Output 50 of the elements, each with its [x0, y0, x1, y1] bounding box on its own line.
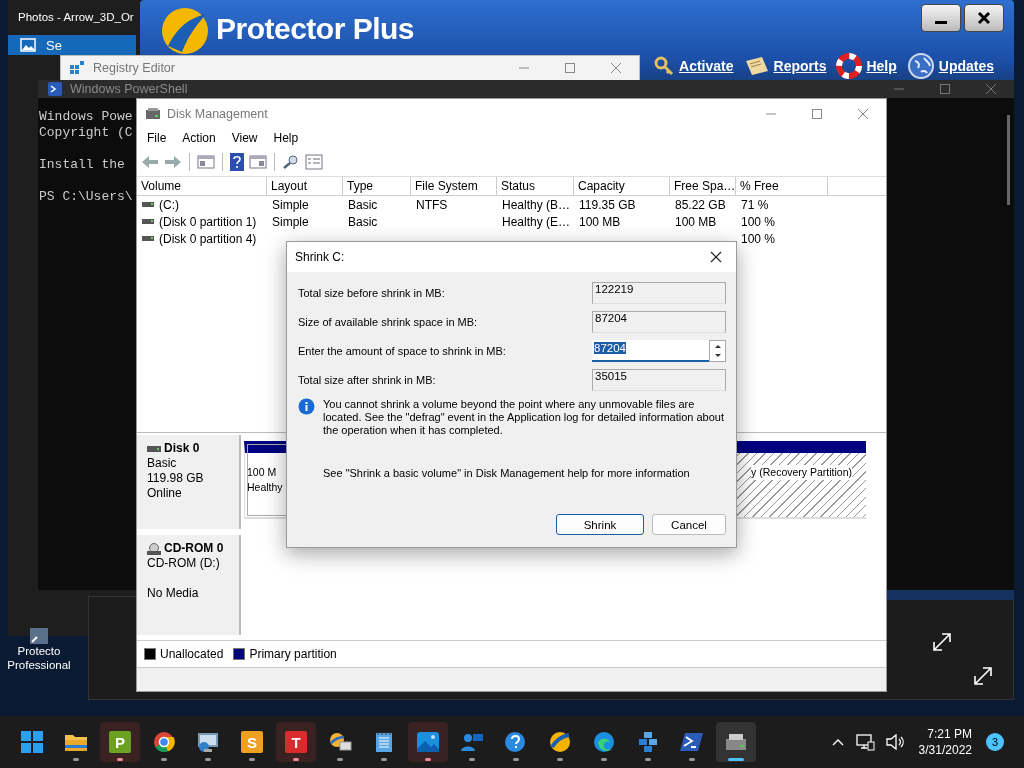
readonly-field: 35015 — [592, 369, 726, 391]
table-cell: (C:) — [159, 197, 179, 212]
table-cell: Simple — [272, 197, 309, 212]
table-cell: 85.22 GB — [675, 197, 726, 212]
field-label: Total size after shrink in MB: — [298, 374, 436, 386]
partition-label: y (Recovery Partition) — [751, 465, 852, 480]
disk-size: 119.98 GB — [147, 471, 205, 486]
app-letter-icon: S — [241, 731, 263, 753]
readonly-field: 87204 — [592, 311, 726, 333]
readonly-field: 122219 — [592, 282, 726, 304]
legend-label: Primary partition — [249, 647, 337, 661]
table-cell: 100 % — [741, 231, 776, 246]
table-cell: Basic — [348, 214, 378, 229]
console-line: PS C:\Users\ — [39, 189, 133, 205]
field-label: Enter the amount of space to shrink in MB: — [298, 345, 506, 357]
table-cell: 119.35 GB — [579, 197, 636, 212]
console-line: Install the — [39, 157, 125, 173]
console-line: Windows Powe — [39, 109, 133, 125]
field-label: Size of available shrink space in MB: — [298, 316, 478, 328]
help-message: See "Shrink a basic volume" in Disk Management help for more information — [323, 467, 691, 479]
table-cell: Healthy (E… — [502, 214, 571, 229]
disk-status: Online — [147, 486, 183, 501]
table-cell: 100 MB — [675, 214, 717, 229]
table-cell: 100 MB — [579, 214, 621, 229]
table-cell: Healthy (B… — [502, 197, 571, 212]
disk-name: CD-ROM 0 — [164, 541, 224, 556]
table-cell: Basic — [348, 197, 378, 212]
app-letter-icon: T — [285, 731, 307, 753]
legend-label: Unallocated — [160, 647, 224, 661]
drive-label: CD-ROM (D:) — [147, 556, 221, 571]
partition-label: Healthy — [247, 480, 283, 495]
table-cell: 100 % — [741, 214, 776, 229]
console-line: Copyright (C — [39, 125, 133, 141]
info-message: You cannot shrink a volume beyond the point where any unmovable files are located. See the "defrag" event in the Application log for detailed information about the operation when it has completed. — [323, 398, 725, 437]
dialog-title: Shrink C: — [295, 250, 345, 264]
window-title: Disk Management — [167, 106, 268, 121]
window-title: Windows PowerShell — [70, 82, 188, 96]
disk-type: Basic — [147, 456, 178, 471]
table-cell: (Disk 0 partition 4) — [159, 231, 257, 246]
media-status: No Media — [147, 586, 200, 601]
app-title: Protector Plus — [216, 12, 415, 46]
table-cell: Simple — [272, 214, 309, 229]
app-letter-icon: P — [109, 731, 131, 753]
table-cell: (Disk 0 partition 1) — [159, 214, 257, 229]
window-title: Registry Editor — [93, 61, 175, 75]
field-label: Total size before shrink in MB: — [298, 287, 445, 299]
table-cell: 71 % — [741, 197, 769, 212]
disk-name: Disk 0 — [164, 441, 200, 456]
table-cell: NTFS — [416, 197, 448, 212]
window-title: Photos - Arrow_3D_Or — [17, 10, 135, 25]
